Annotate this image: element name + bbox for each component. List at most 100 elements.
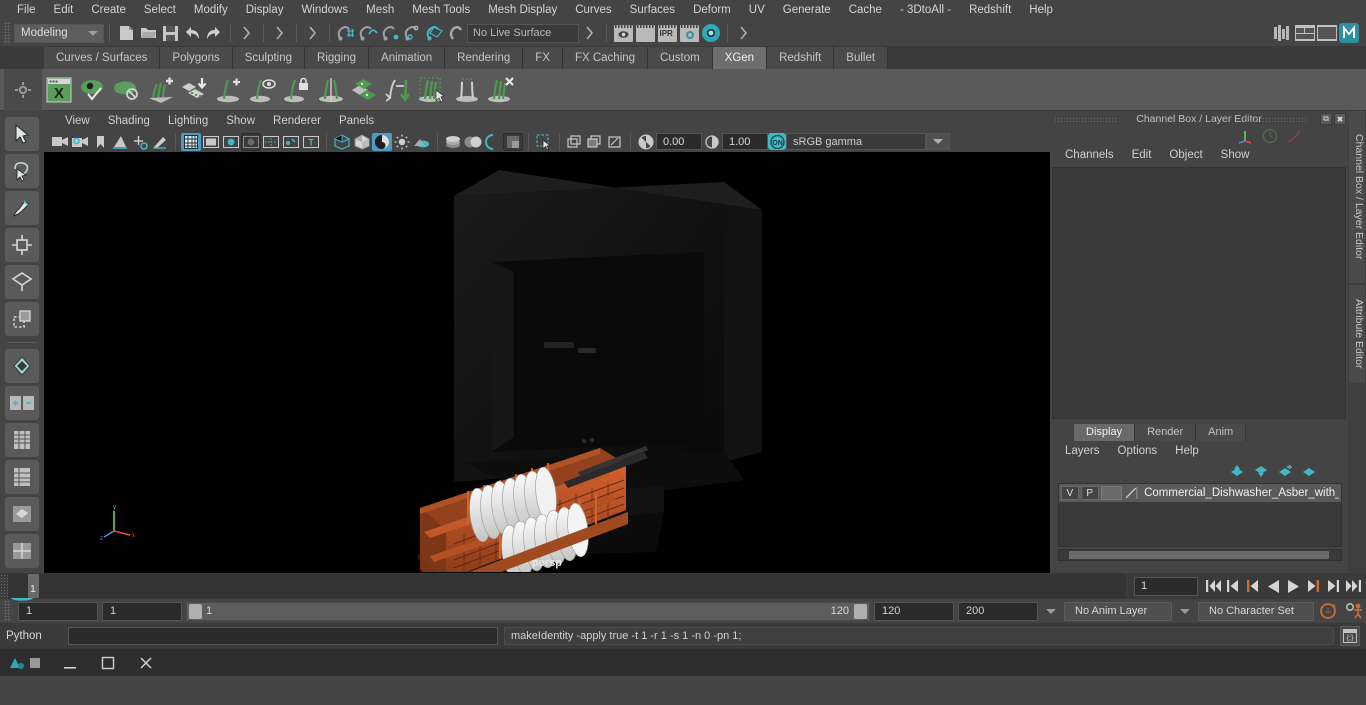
range-start-handle[interactable] — [189, 603, 202, 619]
menu-generate[interactable]: Generate — [774, 0, 840, 20]
viewport-menu-panels[interactable]: Panels — [330, 115, 383, 127]
magnet-icon[interactable] — [445, 22, 467, 44]
command-language-label[interactable]: Python — [6, 630, 62, 642]
xgen-import-collection-icon[interactable] — [178, 73, 212, 107]
rotate-tool-icon[interactable] — [5, 265, 39, 299]
xgen-guide-visibility-icon[interactable] — [246, 73, 280, 107]
layer-color-swatch[interactable] — [1100, 486, 1123, 500]
color-management-icon[interactable]: ON — [768, 133, 786, 150]
render-sequence-icon[interactable] — [634, 22, 656, 44]
step-back-keyframe-icon[interactable] — [1224, 576, 1242, 596]
ipr-render-icon[interactable]: IPR — [656, 22, 678, 44]
show-manipulator-icon[interactable] — [5, 386, 39, 420]
menu-redshift[interactable]: Redshift — [960, 0, 1020, 20]
layer-tab-render[interactable]: Render — [1135, 424, 1197, 441]
four-view-layout-icon[interactable] — [5, 534, 39, 568]
gamma-field[interactable]: 1.00 — [722, 133, 768, 150]
step-forward-keyframe-icon[interactable] — [1324, 576, 1342, 596]
menu-deform[interactable]: Deform — [684, 0, 740, 20]
go-to-start-icon[interactable] — [1204, 576, 1222, 596]
move-tool-icon[interactable] — [5, 228, 39, 262]
undo-icon[interactable] — [181, 22, 203, 44]
select-by-object-icon[interactable] — [269, 22, 291, 44]
scrollbar-thumb[interactable] — [1069, 551, 1329, 559]
bookmark-icon[interactable] — [90, 133, 110, 151]
paint-select-tool-icon[interactable] — [5, 191, 39, 225]
exposure-icon[interactable] — [636, 133, 656, 151]
exposure-field[interactable]: 0.00 — [656, 133, 702, 150]
menu-help[interactable]: Help — [1020, 0, 1062, 20]
xgen-add-description-icon[interactable] — [144, 73, 178, 107]
step-back-frame-icon[interactable] — [1244, 576, 1262, 596]
lasso-select-tool-icon[interactable] — [5, 154, 39, 188]
close-icon[interactable]: ✖ — [1334, 113, 1346, 125]
animation-preferences-icon[interactable] — [1344, 600, 1366, 622]
panel-grip-left[interactable] — [1054, 117, 1118, 122]
channel-box-list[interactable] — [1052, 167, 1346, 419]
menu-mesh-tools[interactable]: Mesh Tools — [403, 0, 479, 20]
expand-status-icon[interactable] — [733, 22, 755, 44]
snap-to-curve-icon[interactable] — [357, 22, 379, 44]
shelf-tab-rendering[interactable]: Rendering — [445, 47, 524, 69]
image-plane-icon[interactable] — [110, 133, 130, 151]
viewport-menu-renderer[interactable]: Renderer — [264, 115, 330, 127]
menu-mesh-display[interactable]: Mesh Display — [479, 0, 566, 20]
statusbar-gripper[interactable] — [4, 22, 11, 44]
make-live-icon[interactable] — [579, 22, 601, 44]
live-surface-field[interactable]: No Live Surface — [467, 23, 579, 43]
color-management-dropdown[interactable] — [926, 133, 950, 150]
xgen-editor-icon[interactable]: X — [42, 73, 76, 107]
shelf-tab-redshift[interactable]: Redshift — [767, 47, 835, 69]
redo-icon[interactable] — [203, 22, 225, 44]
xgen-convert-icon[interactable] — [382, 73, 416, 107]
xgen-mirror-guide-icon[interactable] — [314, 73, 348, 107]
character-set-dropdown-icon[interactable] — [1180, 608, 1190, 614]
shelf-tab-rigging[interactable]: Rigging — [305, 47, 370, 69]
new-scene-icon[interactable] — [115, 22, 137, 44]
xray-icon[interactable] — [565, 133, 585, 151]
xgen-groom-icon[interactable] — [348, 73, 382, 107]
viewport-3d-canvas[interactable]: persp y x z — [44, 152, 1050, 573]
snap-to-point-icon[interactable] — [379, 22, 401, 44]
menu-edit[interactable]: Edit — [45, 0, 83, 20]
smooth-shade-all-icon[interactable] — [352, 133, 372, 151]
minimize-icon[interactable] — [62, 655, 78, 671]
select-by-hierarchy-icon[interactable] — [236, 22, 258, 44]
restore-icon[interactable]: ⧉ — [1320, 113, 1332, 125]
layer-tab-display[interactable]: Display — [1074, 424, 1136, 441]
open-scene-icon[interactable] — [137, 22, 159, 44]
menu-surfaces[interactable]: Surfaces — [621, 0, 684, 20]
menu-modify[interactable]: Modify — [185, 0, 237, 20]
layer-playback-toggle[interactable]: P — [1080, 486, 1099, 500]
channelbox-menu-edit[interactable]: Edit — [1123, 149, 1161, 161]
xray-active-components-icon[interactable] — [605, 133, 625, 151]
axis-indicator-icon[interactable] — [1238, 128, 1254, 144]
shelf-tab-xgen[interactable]: XGen — [712, 47, 768, 69]
smooth-shade-textured-icon[interactable] — [372, 132, 392, 151]
snap-to-projected-center-icon[interactable] — [401, 22, 423, 44]
xgen-add-guide-icon[interactable] — [212, 73, 246, 107]
viewport-menu-shading[interactable]: Shading — [99, 115, 159, 127]
camera-attributes-icon[interactable] — [70, 133, 90, 151]
shelf-tab-fx-caching[interactable]: FX Caching — [562, 47, 649, 69]
select-camera-icon[interactable] — [50, 133, 70, 151]
range-end-handle[interactable] — [854, 603, 867, 619]
menu-windows[interactable]: Windows — [292, 0, 357, 20]
resolution-gate-icon[interactable] — [221, 133, 241, 151]
xgen-preview-off-icon[interactable] — [110, 73, 144, 107]
shelf-tab-fx[interactable]: FX — [523, 47, 563, 69]
playback-end-field[interactable]: 120 — [874, 601, 954, 621]
select-tool-icon[interactable] — [5, 117, 39, 151]
workspace-icon-1[interactable] — [1272, 22, 1294, 44]
step-forward-frame-icon[interactable] — [1304, 576, 1322, 596]
new-layer-from-selected-icon[interactable] — [1278, 465, 1292, 477]
shelf-tab-bullet[interactable]: Bullet — [834, 47, 889, 69]
shelf-tab-animation[interactable]: Animation — [369, 47, 446, 69]
menu-3dtoall[interactable]: - 3DtoAll - — [891, 0, 960, 20]
layer-menu-options[interactable]: Options — [1109, 445, 1167, 457]
menu-display[interactable]: Display — [237, 0, 293, 20]
command-input[interactable] — [68, 627, 498, 645]
character-set-field[interactable]: No Character Set — [1198, 601, 1314, 621]
isolate-select-icon[interactable] — [534, 133, 554, 151]
xgen-region-icon[interactable] — [450, 73, 484, 107]
